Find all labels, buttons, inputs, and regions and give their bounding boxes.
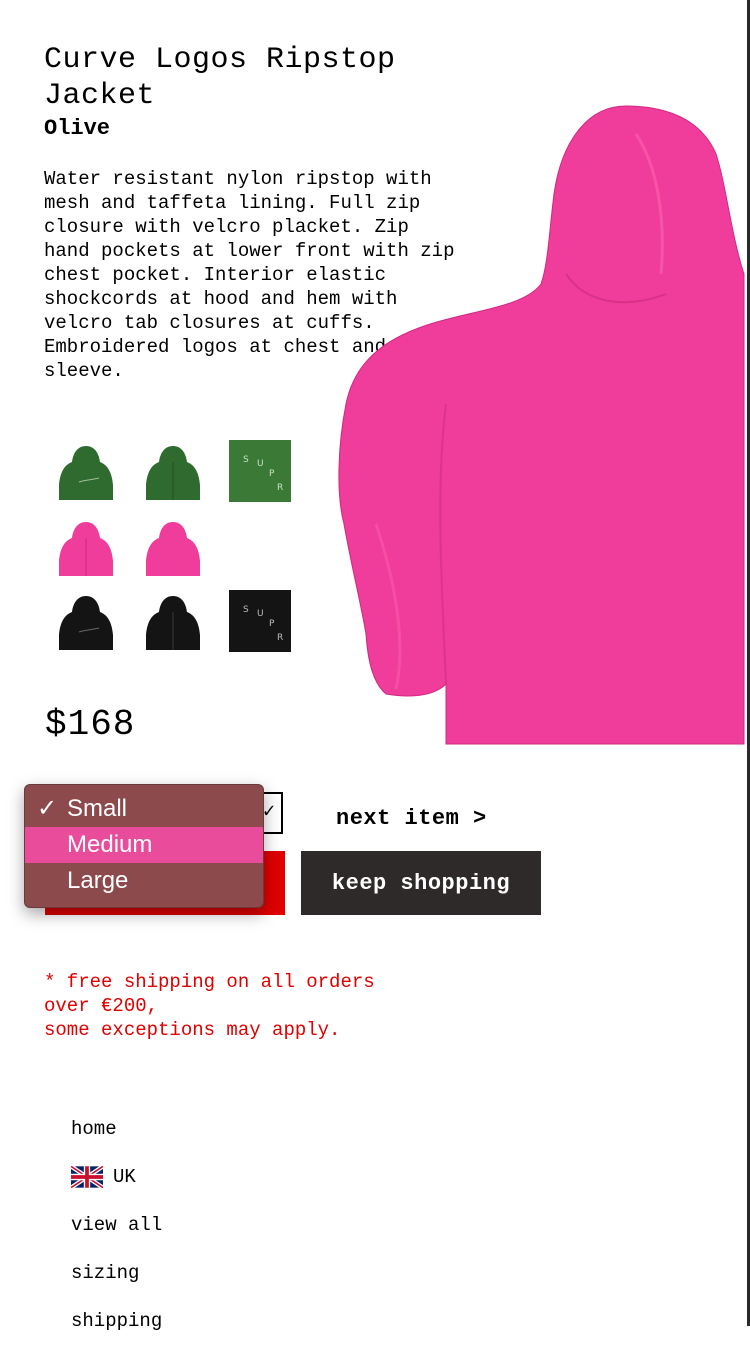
selected-check-icon: ✓ xyxy=(37,795,58,822)
footer-nav: home UK view all sizing shipping xyxy=(69,1118,162,1358)
svg-text:S: S xyxy=(243,455,249,465)
nav-region[interactable]: UK xyxy=(69,1164,162,1214)
swatch-pink-front[interactable] xyxy=(142,516,204,578)
uk-flag-icon xyxy=(69,1164,105,1190)
next-item-link[interactable]: next item > xyxy=(336,806,487,831)
size-option-label: Small xyxy=(67,795,128,822)
size-option-large[interactable]: Large xyxy=(25,863,263,899)
checkmark-icon: ✓ xyxy=(262,801,275,824)
swatch-green-logo[interactable]: SUPR xyxy=(229,440,291,502)
region-label: UK xyxy=(113,1166,136,1188)
svg-text:S: S xyxy=(243,605,249,615)
swatch-black-logo[interactable]: SUPR xyxy=(229,590,291,652)
svg-text:U: U xyxy=(257,609,264,619)
free-shipping-note: * free shipping on all orders over €200,… xyxy=(44,971,375,1041)
color-swatches: SUPR SUPR xyxy=(55,440,295,656)
swatch-green-back[interactable] xyxy=(55,440,117,502)
swatch-green-front[interactable] xyxy=(142,440,204,502)
size-option-label: Large xyxy=(67,867,129,894)
svg-text:P: P xyxy=(269,619,275,629)
size-option-medium[interactable]: Medium xyxy=(25,827,263,863)
svg-text:P: P xyxy=(269,469,275,479)
product-main-image xyxy=(336,104,748,748)
nav-sizing[interactable]: sizing xyxy=(71,1262,162,1310)
nav-shipping[interactable]: shipping xyxy=(71,1310,162,1358)
swatch-pink-back[interactable] xyxy=(55,516,117,578)
swatch-black-front[interactable] xyxy=(142,590,204,652)
size-option-small[interactable]: ✓ Small xyxy=(25,791,263,827)
nav-view-all[interactable]: view all xyxy=(71,1214,162,1262)
size-option-label: Medium xyxy=(67,831,153,858)
product-price: $168 xyxy=(45,704,136,745)
product-color-name: Olive xyxy=(44,116,111,141)
keep-shopping-button[interactable]: keep shopping xyxy=(301,851,541,915)
svg-text:U: U xyxy=(257,459,264,469)
size-dropdown-menu: ✓ Small Medium Large xyxy=(24,784,264,908)
nav-home[interactable]: home xyxy=(71,1118,162,1166)
svg-text:R: R xyxy=(277,633,283,643)
svg-text:R: R xyxy=(277,483,283,493)
swatch-black-back[interactable] xyxy=(55,590,117,652)
